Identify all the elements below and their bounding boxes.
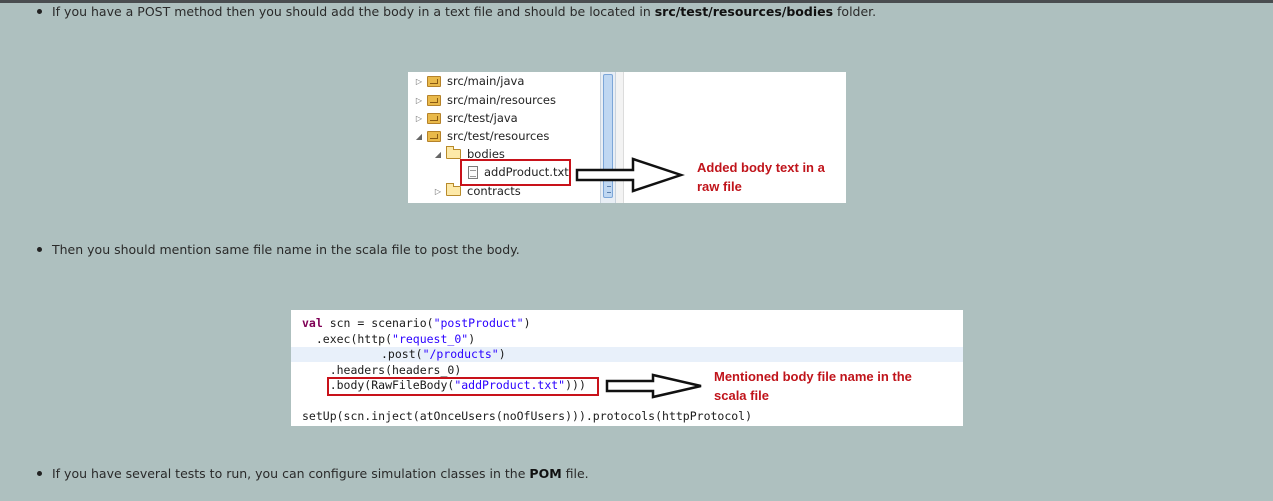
tree-annotation: Added body text in a raw file	[697, 158, 825, 196]
expand-triangle-icon[interactable]: ▷	[414, 96, 424, 105]
bullet-tail: file.	[561, 466, 589, 481]
expand-triangle-icon[interactable]: ▷	[433, 187, 443, 196]
tree-item-src-test-resources[interactable]: ◢ src/test/resources	[414, 127, 549, 145]
arrow-right-icon	[575, 157, 685, 193]
tree-item-src-main-resources[interactable]: ▷ src/main/resources	[414, 91, 556, 109]
package-folder-icon	[427, 130, 441, 142]
tree-item-label: src/test/resources	[447, 129, 550, 143]
code-annotation-line1: Mentioned body file name in the	[714, 369, 912, 384]
bullet-dot	[37, 9, 42, 14]
expand-triangle-icon[interactable]: ▷	[414, 114, 424, 123]
bullet-scala-file: Then you should mention same file name i…	[37, 242, 520, 257]
code-line-3: .post("/products")	[291, 347, 963, 362]
tree-item-label: contracts	[467, 184, 521, 198]
package-folder-icon	[427, 94, 441, 106]
collapse-triangle-icon[interactable]: ◢	[414, 132, 424, 141]
bullet-tail: folder.	[833, 4, 877, 19]
top-border	[0, 0, 1273, 3]
bullet-text: If you have a POST method then you shoul…	[52, 4, 655, 19]
arrow-right-icon	[605, 373, 702, 399]
bullet-pom: If you have several tests to run, you ca…	[37, 466, 589, 481]
code-annotation-line2: scala file	[714, 388, 769, 403]
bullet-text: If you have several tests to run, you ca…	[52, 466, 530, 481]
bullet-bold-path: src/test/resources/bodies	[654, 4, 834, 19]
code-line-4: .headers(headers_0)	[302, 363, 462, 377]
bullet-dot	[37, 471, 42, 476]
tree-item-src-main-java[interactable]: ▷ src/main/java	[414, 72, 524, 90]
bullet-post-body: If you have a POST method then you shoul…	[37, 4, 876, 19]
collapse-triangle-icon[interactable]: ◢	[433, 150, 443, 159]
package-folder-icon	[427, 112, 441, 124]
expand-triangle-icon[interactable]: ▷	[414, 77, 424, 86]
tree-item-label: src/test/java	[447, 111, 518, 125]
tree-annotation-line2: raw file	[697, 179, 742, 194]
file-highlight-box	[460, 159, 571, 186]
tree-item-src-test-java[interactable]: ▷ src/test/java	[414, 109, 518, 127]
code-line-1: val scn = scenario("postProduct")	[302, 316, 531, 330]
code-line-7: setUp(scn.inject(atOnceUsers(noOfUsers))…	[302, 409, 753, 423]
tree-item-label: src/main/resources	[447, 93, 557, 107]
folder-icon	[446, 183, 461, 196]
bullet-text: Then you should mention same file name i…	[52, 242, 520, 257]
code-line-2: .exec(http("request_0")	[302, 332, 476, 346]
package-folder-icon	[427, 75, 441, 87]
code-highlight-box	[327, 377, 599, 396]
tree-annotation-line1: Added body text in a	[697, 160, 825, 175]
tree-item-label: src/main/java	[447, 74, 525, 88]
bullet-dot	[37, 247, 42, 252]
code-annotation: Mentioned body file name in the scala fi…	[714, 367, 912, 405]
open-folder-icon	[446, 146, 461, 159]
bullet-bold-pom: POM	[529, 466, 562, 481]
